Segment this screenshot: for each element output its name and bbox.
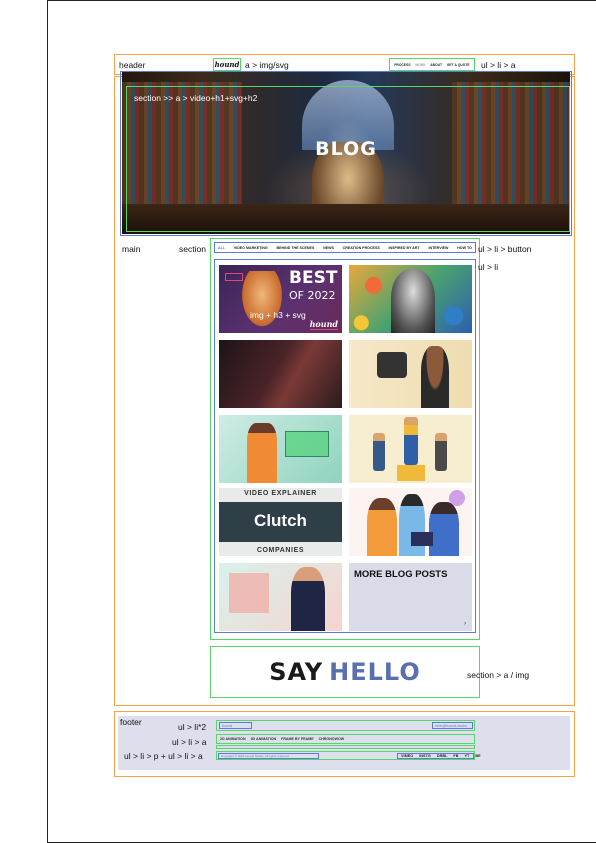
footer-row3-annotation: ul > li > p + ul > li > a: [124, 751, 203, 761]
post-card-presenter[interactable]: [219, 415, 342, 483]
section-label: section: [179, 244, 206, 254]
filter-creation-process[interactable]: CREATION PROCESS: [343, 246, 380, 250]
card-annotation: img + h3 + svg: [250, 310, 306, 320]
post-card-film-camera[interactable]: [349, 340, 472, 408]
post-card-team[interactable]: [349, 488, 472, 556]
nav-about[interactable]: ABOUT: [430, 63, 442, 67]
filter-news[interactable]: NEWS: [323, 246, 334, 250]
filter-all[interactable]: ALL: [218, 246, 225, 250]
footer-label: footer: [120, 717, 142, 727]
social-instagram[interactable]: INSTG: [416, 754, 434, 758]
post-card-art-portrait[interactable]: [349, 265, 472, 333]
post-card-podium[interactable]: [349, 415, 472, 483]
footer-service-2d[interactable]: 2D ANIMATION: [220, 737, 246, 741]
footer-divider-list: [216, 745, 475, 749]
post-card-portrait-man[interactable]: [219, 563, 342, 631]
nav-work[interactable]: WORK: [415, 63, 426, 67]
filter-inspired-by-art[interactable]: INSPIRED BY ART: [389, 246, 420, 250]
nav-process[interactable]: PROCESS: [394, 63, 410, 67]
main-label: main: [122, 244, 141, 254]
post-card-dark-scene[interactable]: [219, 340, 342, 408]
copyright-text: Copyright © 2023 Hound Studio. All right…: [218, 753, 319, 759]
footer-service-chronowow[interactable]: CHRONOWOW: [319, 737, 345, 741]
social-behance[interactable]: BE: [472, 754, 483, 758]
social-links: VIMEO INSTG DRBL FB YT BE: [397, 753, 481, 759]
filter-how-to[interactable]: HOW TO: [457, 246, 472, 250]
social-dribbble[interactable]: DRBL: [434, 754, 451, 758]
best-subtitle: OF 2022: [289, 289, 336, 302]
social-facebook[interactable]: FB: [450, 754, 461, 758]
logo: hound: [214, 60, 240, 69]
footer-service-3d[interactable]: 3D ANIMATION: [251, 737, 277, 741]
hero-link[interactable]: [126, 86, 570, 232]
logo-link[interactable]: hound: [213, 58, 241, 71]
footer-row1-annotation: ul > li*2: [178, 722, 207, 732]
footer-row2-annotation: ul > li > a: [172, 737, 207, 747]
clutch-bottom: COMPANIES: [256, 547, 305, 554]
footer-service-frame[interactable]: FRAME BY FRAME: [281, 737, 313, 741]
footer-services-list: 2D ANIMATION 3D ANIMATION FRAME BY FRAME…: [216, 734, 475, 744]
post-card-clutch[interactable]: VIDEO EXPLAINER Clutch COMPANIES: [219, 488, 342, 556]
grid-annotation: ul > li: [478, 262, 499, 272]
nav-annotation: ul > li > a: [481, 60, 516, 70]
filter-behind-the-scenes[interactable]: BEHIND THE SCENES: [277, 246, 315, 250]
header-label: header: [119, 60, 146, 70]
say-hello-link[interactable]: SAY HELLO: [210, 646, 480, 698]
footer-contact-right-text: hello@hound.studio: [435, 723, 467, 728]
hello-text: HELLO: [329, 658, 421, 686]
best-brand: hound: [309, 319, 338, 330]
footer-contact-left[interactable]: hound: [219, 722, 252, 729]
clutch-logo: Clutch: [254, 511, 307, 530]
copyright: Copyright © 2023 Hound Studio. All right…: [221, 754, 290, 758]
chevron-right-icon: ›: [464, 621, 466, 627]
footer-contact-left-text: hound: [222, 723, 232, 728]
hero-annotation: section >> a > video+h1+svg+h2: [134, 93, 258, 103]
filter-annotation: ul > li > button: [478, 244, 532, 254]
post-card-best-of-2022[interactable]: BEST OF 2022 hound: [219, 265, 342, 333]
nav-get-a-quote[interactable]: GET A QUOTE: [447, 63, 470, 67]
filter-interview[interactable]: INTERVIEW: [429, 246, 449, 250]
social-youtube[interactable]: YT: [461, 754, 472, 758]
say-text: SAY: [269, 658, 324, 686]
filter-video-marketing[interactable]: VIDEO MARKETING: [234, 246, 268, 250]
footer-contact-right[interactable]: hello@hound.studio: [432, 722, 473, 729]
more-blog-posts-card[interactable]: MORE BLOG POSTS ›: [349, 563, 472, 631]
main-nav: PROCESS WORK ABOUT GET A QUOTE: [389, 58, 475, 71]
more-blog-posts-title: MORE BLOG POSTS: [354, 569, 448, 580]
say-hello-annotation: section > a / img: [467, 670, 530, 680]
clutch-top: VIDEO EXPLAINER: [244, 490, 317, 497]
social-vimeo[interactable]: VIMEO: [398, 754, 416, 758]
logo-annotation: a > img/svg: [245, 60, 289, 70]
best-title: BEST: [289, 268, 338, 288]
filter-list: ALL VIDEO MARKETING BEHIND THE SCENES NE…: [214, 242, 476, 253]
